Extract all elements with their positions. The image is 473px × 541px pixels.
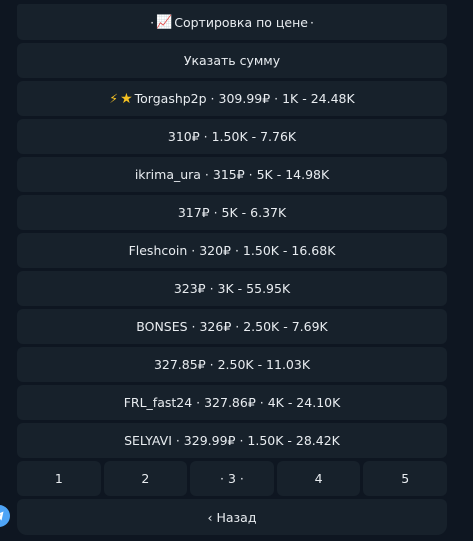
offer-button[interactable]: 317₽ · 5K - 6.37K — [17, 195, 447, 230]
offer-button[interactable]: 323₽ · 3K - 55.95K — [17, 271, 447, 306]
keyboard-row-offer: BONSES · 326₽ · 2.50K - 7.69K — [17, 309, 447, 344]
star-icon: ★ — [120, 90, 133, 107]
lightning-icon: ⚡ — [109, 91, 119, 106]
paper-plane-icon — [0, 511, 4, 521]
offer-button[interactable]: Fleshcoin · 320₽ · 1.50K - 16.68K — [17, 233, 447, 268]
page-button-1[interactable]: 1 — [17, 461, 101, 496]
offer-label: Torgashp2p · 309.99₽ · 1K - 24.48K — [134, 91, 355, 106]
sort-button-label: Сортировка по цене — [174, 14, 308, 30]
pagination-row: 1 2 · 3 · 4 5 — [17, 461, 447, 496]
keyboard-row-back: ‹ Назад — [17, 499, 447, 535]
inline-keyboard: · 📈 Сортировка по цене · Указать сумму ⚡… — [17, 4, 447, 538]
offer-button[interactable]: BONSES · 326₽ · 2.50K - 7.69K — [17, 309, 447, 344]
page-button-2[interactable]: 2 — [103, 461, 188, 496]
keyboard-row-amount: Указать сумму — [17, 43, 447, 78]
keyboard-row-offer: ikrima_ura · 315₽ · 5K - 14.98K — [17, 157, 447, 192]
offer-button[interactable]: ikrima_ura · 315₽ · 5K - 14.98K — [17, 157, 447, 192]
keyboard-row-offer: SELYAVI · 329.99₽ · 1.50K - 28.42K — [17, 423, 447, 458]
chart-up-icon: 📈 — [156, 14, 173, 30]
keyboard-row-offer: 327.85₽ · 2.50K - 11.03K — [17, 347, 447, 382]
telegram-plane-icon[interactable] — [0, 505, 10, 527]
keyboard-row-offer: 317₽ · 5K - 6.37K — [17, 195, 447, 230]
keyboard-row-offer: Fleshcoin · 320₽ · 1.50K - 16.68K — [17, 233, 447, 268]
keyboard-row-offer: FRL_fast24 · 327.86₽ · 4K - 24.10K — [17, 385, 447, 420]
offer-button[interactable]: FRL_fast24 · 327.86₽ · 4K - 24.10K — [17, 385, 447, 420]
page-button-5[interactable]: 5 — [363, 461, 447, 496]
keyboard-row-sort: · 📈 Сортировка по цене · — [17, 4, 447, 40]
offer-button[interactable]: 310₽ · 1.50K - 7.76K — [17, 119, 447, 154]
keyboard-row-offer: 310₽ · 1.50K - 7.76K — [17, 119, 447, 154]
back-button[interactable]: ‹ Назад — [17, 499, 447, 535]
keyboard-row-offer: 323₽ · 3K - 55.95K — [17, 271, 447, 306]
page-button-4[interactable]: 4 — [276, 461, 361, 496]
keyboard-row-offer: ⚡ ★ Torgashp2p · 309.99₽ · 1K - 24.48K — [17, 81, 447, 116]
offer-button[interactable]: 327.85₽ · 2.50K - 11.03K — [17, 347, 447, 382]
offer-button[interactable]: SELYAVI · 329.99₽ · 1.50K - 28.42K — [17, 423, 447, 458]
sort-by-price-button[interactable]: · 📈 Сортировка по цене · — [17, 4, 447, 40]
sort-suffix: · — [309, 14, 314, 30]
offer-button[interactable]: ⚡ ★ Torgashp2p · 309.99₽ · 1K - 24.48K — [17, 81, 447, 116]
sort-prefix: · — [150, 14, 155, 30]
page-button-current[interactable]: · 3 · — [190, 461, 274, 496]
enter-amount-button[interactable]: Указать сумму — [17, 43, 447, 78]
